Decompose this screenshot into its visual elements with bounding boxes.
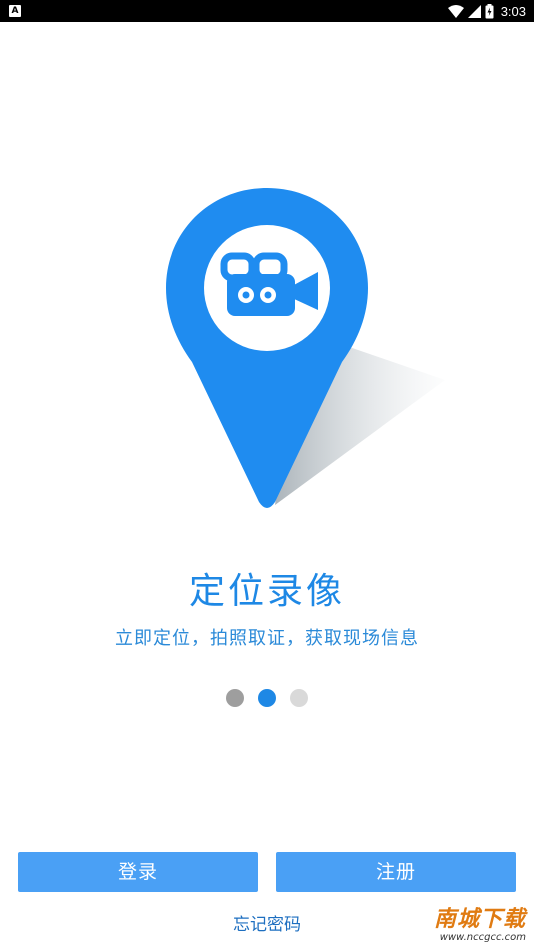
register-button[interactable]: 注册 [276,852,516,892]
status-bar: A 3:03 [0,0,534,22]
map-pin-camera-icon [166,188,445,508]
android-a-icon: A [9,5,21,17]
page-indicator [0,689,534,707]
watermark-sub: www.nccgcc.com [439,932,526,943]
page-title: 定位录像 [188,571,345,612]
battery-charging-icon [485,3,494,18]
signal-icon [467,4,481,18]
page-indicator-dot-active[interactable] [258,689,276,707]
onboarding-illustration [0,180,534,520]
watermark-logo: 南城下载 www.nccgcc.com [406,908,526,948]
status-time: 3:03 [500,3,526,19]
status-icons: 3:03 [447,0,526,22]
wifi-icon [447,4,464,18]
page-indicator-dot[interactable] [226,689,244,707]
watermark-main: 南城下载 [433,907,526,932]
login-button[interactable]: 登录 [18,852,258,892]
page-subtitle: 立即定位，拍照取证，获取现场信息 [115,628,419,649]
page-indicator-dot[interactable] [290,689,308,707]
